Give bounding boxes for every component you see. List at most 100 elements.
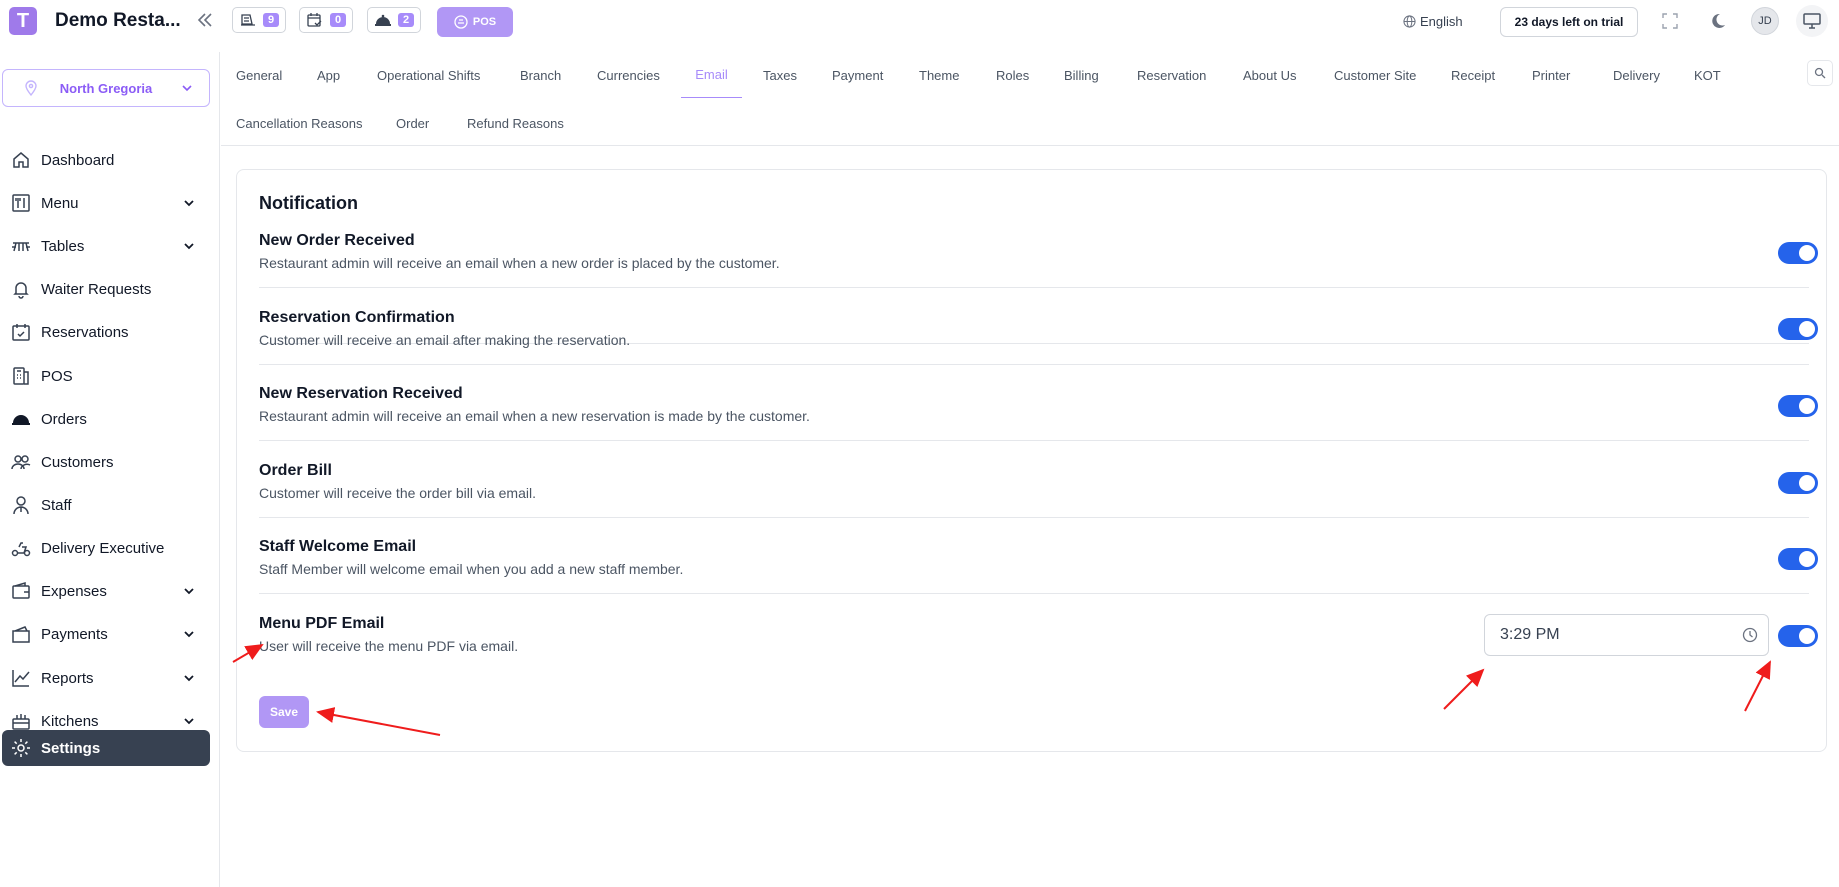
sidebar-item-menu[interactable]: Menu [2,185,210,221]
tab-customer-site[interactable]: Customer Site [1334,52,1416,98]
chevron-down-icon [184,243,194,250]
tab-general[interactable]: General [236,52,282,98]
counter-badge: 9 [263,13,280,27]
kitchen-orders-counter[interactable]: 9 [232,7,287,33]
tab-cancellation-reasons[interactable]: Cancellation Reasons [236,100,362,146]
chevron-down-icon [182,85,192,92]
scooter-icon [10,537,32,559]
notification-row: New Order Received Restaurant admin will… [259,232,1809,271]
tab-payment[interactable]: Payment [832,52,883,98]
top-bar: T Demo Resta... 9 0 2 POS English 23 day… [0,0,1839,42]
clock-icon [1742,627,1758,643]
sidebar-item-pos[interactable]: POS [2,358,210,394]
tab-delivery[interactable]: Delivery [1613,52,1660,98]
kitchen-order-icon [241,14,255,26]
sidebar-item-reservations[interactable]: Reservations [2,314,210,350]
reservation-confirmation-toggle[interactable] [1778,318,1818,340]
globe-icon [1403,15,1416,28]
menu-icon [10,192,32,214]
tab-app[interactable]: App [317,52,340,98]
bell-icon [10,278,32,300]
menu-pdf-time-input[interactable]: 3:29 PM [1484,614,1769,656]
reservations-counter[interactable]: 0 [299,7,354,33]
monitor-icon[interactable] [1796,5,1828,37]
notification-title: New Reservation Received [259,385,463,402]
tab-billing[interactable]: Billing [1064,52,1099,98]
notification-row: Reservation Confirmation Customer will r… [259,309,1809,348]
sidebar-item-label: Staff [41,496,72,514]
tab-taxes[interactable]: Taxes [763,52,797,98]
tab-kot[interactable]: KOT [1694,52,1721,98]
orders-counter[interactable]: 2 [367,7,422,33]
sidebar-item-tables[interactable]: Tables [2,228,210,264]
sidebar-item-label: Reservations [41,323,129,341]
sidebar-item-label: Expenses [41,582,107,600]
sidebar-item-dashboard[interactable]: Dashboard [2,142,210,178]
tab-currencies[interactable]: Currencies [597,52,660,98]
trial-status-button[interactable]: 23 days left on trial [1500,7,1638,37]
tab-roles[interactable]: Roles [996,52,1029,98]
sidebar-item-label: Orders [41,410,87,428]
notification-row: New Reservation Received Restaurant admi… [259,385,1809,424]
sidebar-item-orders[interactable]: Orders [2,401,210,437]
tab-order[interactable]: Order [396,100,429,146]
staff-icon [10,494,32,516]
sidebar-item-waiter-requests[interactable]: Waiter Requests [2,271,210,307]
pos-button-label: POS [472,16,497,28]
notification-row: Staff Welcome Email Staff Member will we… [259,538,1809,577]
sidebar-item-label: Dashboard [41,151,115,169]
branch-selector[interactable]: North Gregoria [2,69,210,107]
notification-description: Restaurant admin will receive an email w… [259,408,810,424]
language-selector[interactable]: English [1403,14,1463,29]
sidebar-item-label: Tables [41,237,85,255]
wallet-icon [10,580,32,602]
user-avatar[interactable]: JD [1751,7,1779,35]
notification-description: Customer will receive an email after mak… [259,332,631,348]
sidebar-item-delivery-executive[interactable]: Delivery Executive [2,530,210,566]
app-logo[interactable]: T [9,7,37,35]
notification-card: Notification New Order Received Restaura… [236,169,1827,752]
sidebar-item-settings[interactable]: Settings [2,730,210,766]
tab-printer[interactable]: Printer [1532,52,1570,98]
search-icon[interactable] [1807,60,1833,86]
save-button[interactable]: Save [259,696,309,728]
staff-welcome-email-toggle[interactable] [1778,548,1818,570]
divider [259,593,1809,594]
sidebar-item-staff[interactable]: Staff [2,487,210,523]
sidebar-item-payments[interactable]: Payments [2,616,210,652]
sidebar-item-expenses[interactable]: Expenses [2,573,210,609]
tab-operational-shifts[interactable]: Operational Shifts [377,52,480,98]
order-bill-toggle[interactable] [1778,472,1818,494]
sidebar-item-label: Waiter Requests [41,280,152,298]
menu-pdf-email-toggle[interactable] [1778,625,1818,647]
sidebar-item-customers[interactable]: Customers [2,444,210,480]
tab-refund-reasons[interactable]: Refund Reasons [467,100,564,146]
gear-icon [10,737,32,759]
pos-button[interactable]: POS [437,7,513,37]
tab-theme[interactable]: Theme [919,52,959,98]
sidebar-item-label: POS [41,367,73,385]
notification-description: Restaurant admin will receive an email w… [259,255,780,271]
language-label: English [1420,14,1463,29]
sidebar-item-reports[interactable]: Reports [2,660,210,696]
chart-icon [10,667,32,689]
counter-badge: 2 [398,13,415,27]
sidebar-item-label: Customers [41,453,114,471]
collapse-sidebar-icon[interactable] [196,11,214,29]
divider [259,287,1809,288]
dark-mode-icon[interactable] [1707,10,1729,32]
pos-icon [454,15,468,29]
tab-branch[interactable]: Branch [520,52,561,98]
tab-reservation[interactable]: Reservation [1137,52,1206,98]
tab-email[interactable]: Email [681,52,742,98]
cloche-icon [375,14,391,26]
notification-row: Order Bill Customer will receive the ord… [259,462,1809,501]
tab-about-us[interactable]: About Us [1243,52,1296,98]
new-reservation-received-toggle[interactable] [1778,395,1818,417]
tab-receipt[interactable]: Receipt [1451,52,1495,98]
sidebar-item-label: Payments [41,625,108,643]
chevron-down-icon [184,718,194,725]
new-order-received-toggle[interactable] [1778,242,1818,264]
fullscreen-icon[interactable] [1659,10,1681,32]
sidebar-item-label: Menu [41,194,79,212]
